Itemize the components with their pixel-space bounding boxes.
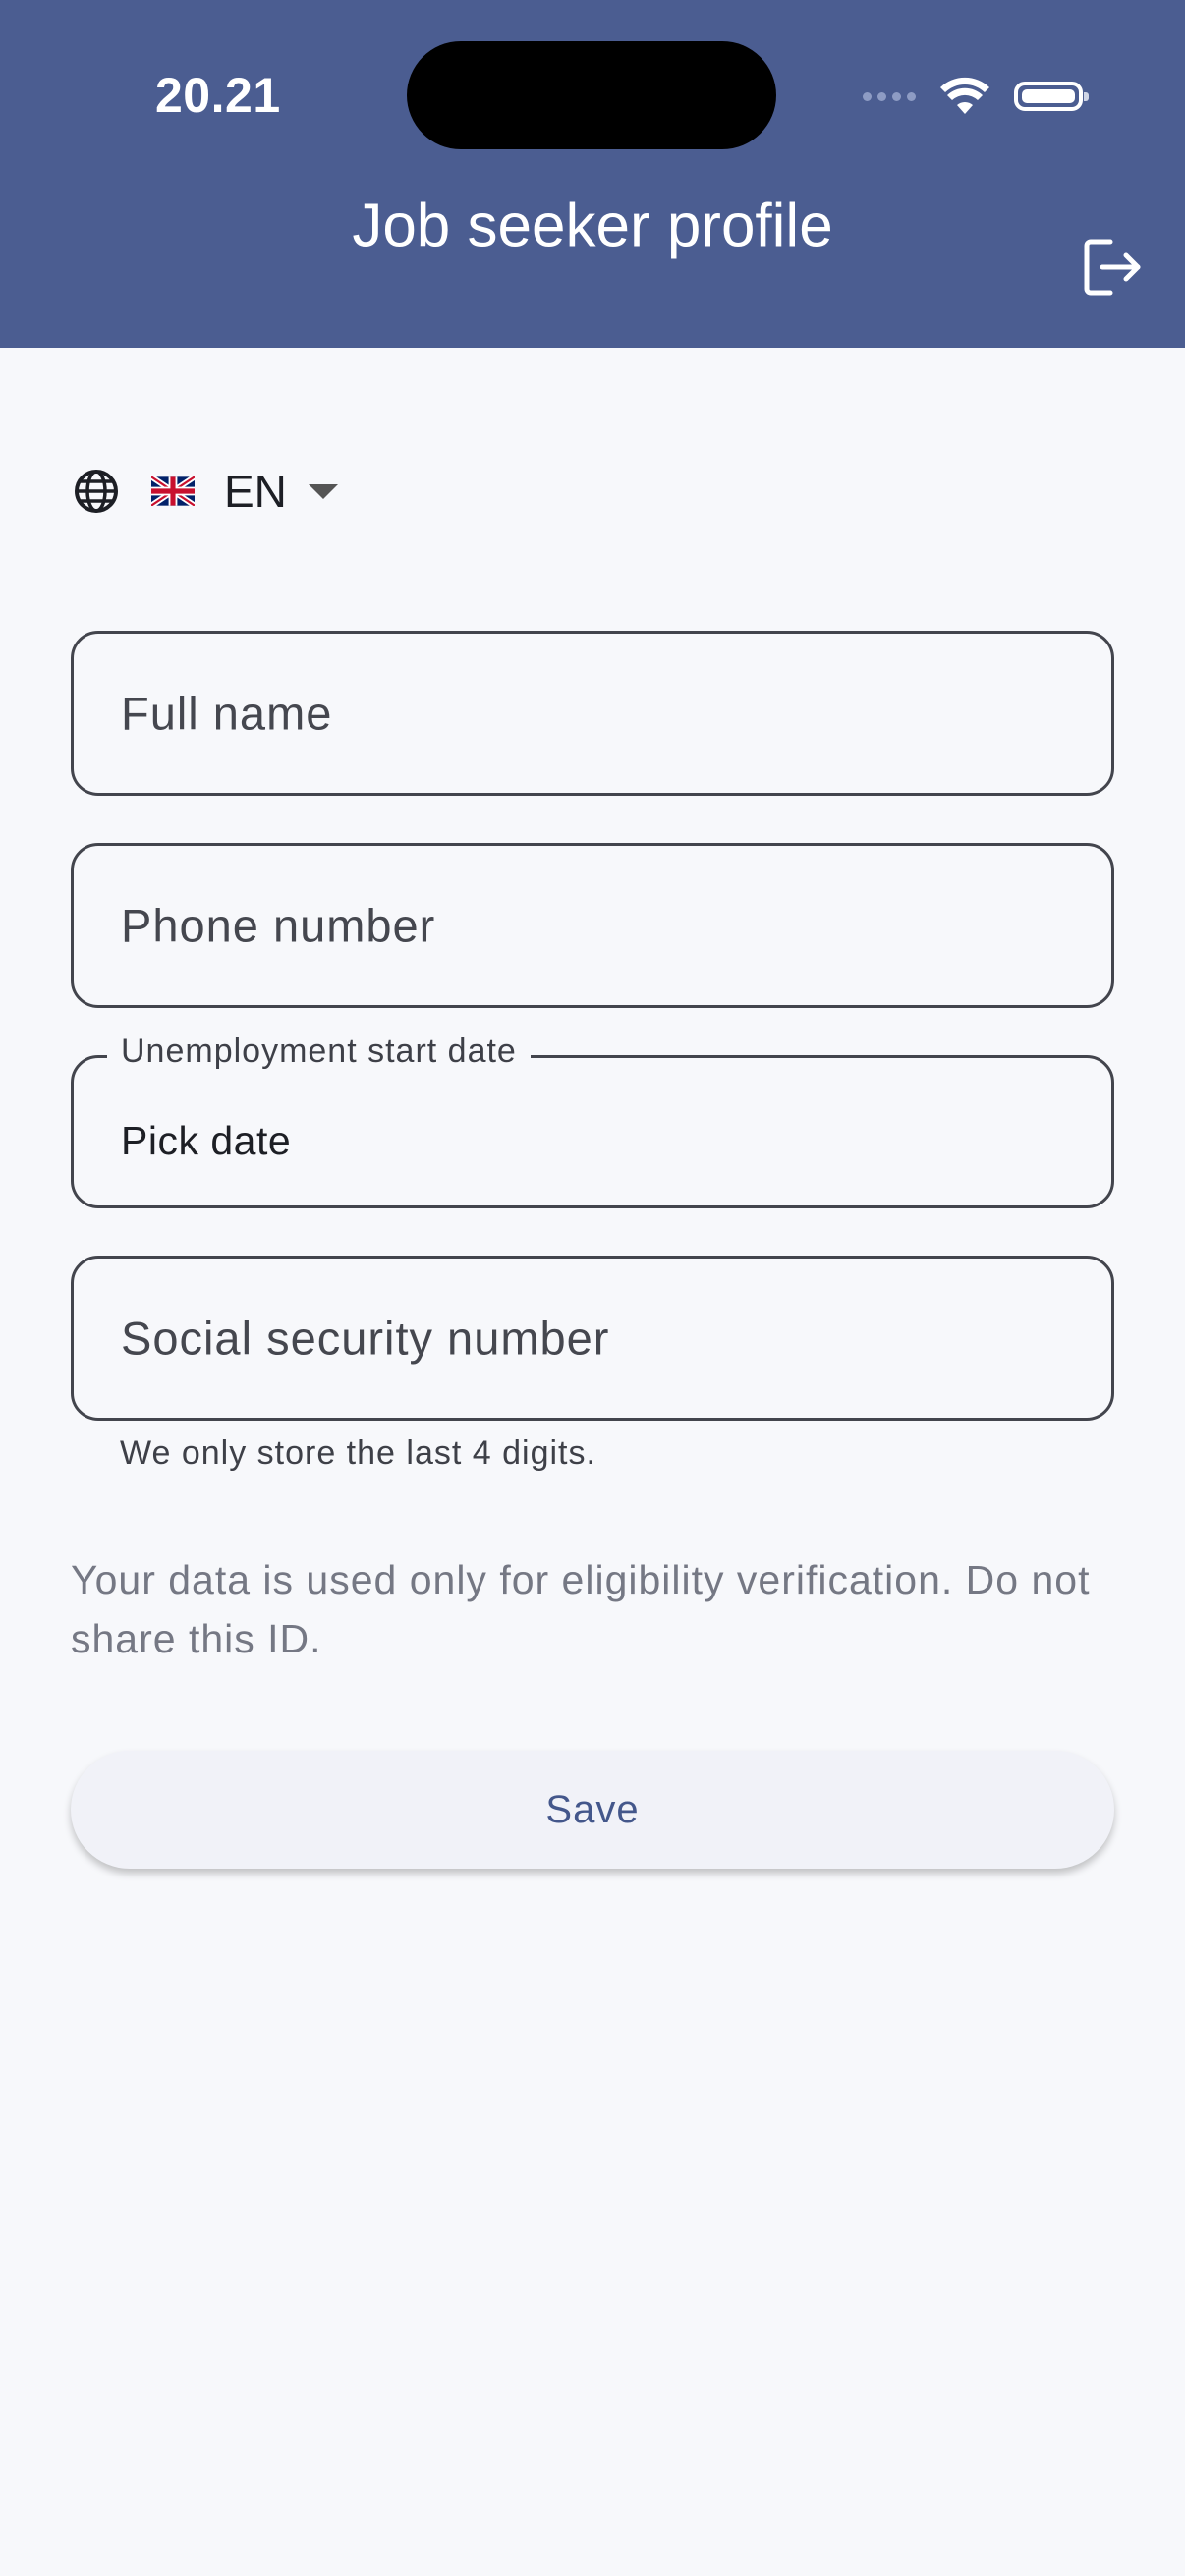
phone-number-field[interactable]: Phone number — [71, 843, 1114, 1008]
globe-icon — [75, 470, 118, 513]
full-name-placeholder: Full name — [121, 687, 333, 740]
save-button[interactable]: Save — [71, 1751, 1114, 1869]
uk-flag-icon — [151, 476, 195, 506]
full-name-field[interactable]: Full name — [71, 631, 1114, 796]
cellular-signal-icon — [863, 91, 916, 101]
status-icons — [863, 73, 1089, 120]
social-security-number-field[interactable]: Social security number — [71, 1256, 1114, 1421]
page-title: Job seeker profile — [352, 192, 833, 260]
dynamic-island — [407, 41, 776, 149]
privacy-notice: Your data is used only for eligibility v… — [71, 1557, 1091, 1661]
wifi-icon — [940, 77, 989, 114]
pick-date-value: Pick date — [121, 1117, 292, 1163]
dropdown-caret-icon — [308, 483, 338, 499]
language-selector[interactable]: EN — [73, 462, 338, 521]
phone-number-placeholder: Phone number — [121, 899, 436, 952]
ssn-placeholder: Social security number — [121, 1312, 610, 1365]
unemployment-start-date-label: Unemployment start date — [107, 1033, 531, 1071]
unemployment-start-date-field[interactable]: Unemployment start date Pick date — [71, 1033, 1114, 1208]
battery-icon — [1014, 82, 1089, 111]
ssn-helper-text: We only store the last 4 digits. — [120, 1434, 596, 1472]
language-code: EN — [224, 466, 287, 517]
app-bar: 20.21 Job seeker profile — [0, 0, 1185, 348]
status-time: 20.21 — [155, 68, 281, 123]
logout-icon[interactable] — [1081, 236, 1144, 299]
